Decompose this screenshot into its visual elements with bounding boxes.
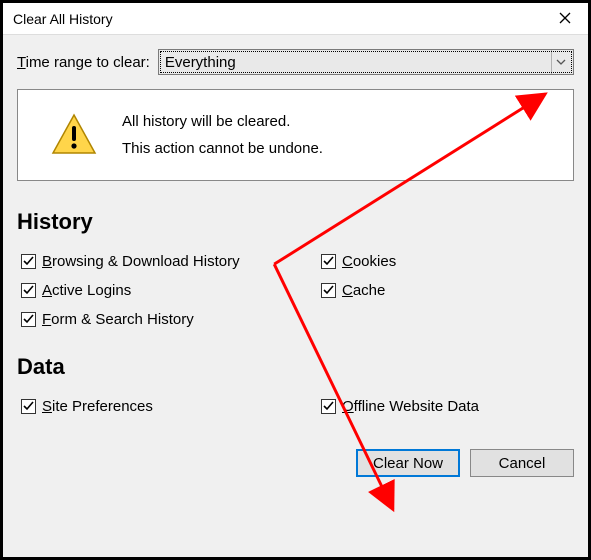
close-icon: [559, 11, 571, 27]
time-range-select[interactable]: Everything: [158, 49, 574, 75]
chevron-down-icon: [551, 50, 569, 74]
close-button[interactable]: [542, 3, 588, 34]
check-label: Site Preferences: [42, 398, 153, 415]
time-range-row: Time range to clear: Everything: [17, 49, 574, 75]
checkbox-icon: [321, 283, 336, 298]
check-cookies[interactable]: Cookies: [321, 253, 574, 270]
check-offline-website-data[interactable]: Offline Website Data: [321, 398, 574, 415]
check-label: Form & Search History: [42, 311, 194, 328]
check-active-logins[interactable]: Active Logins: [21, 282, 321, 299]
cancel-button[interactable]: Cancel: [470, 449, 574, 477]
check-label: Cache: [342, 282, 385, 299]
checkbox-icon: [321, 254, 336, 269]
check-cache[interactable]: Cache: [321, 282, 574, 299]
warning-line1: All history will be cleared.: [122, 108, 323, 135]
checkbox-icon: [321, 399, 336, 414]
history-checks: Browsing & Download History Cookies Acti…: [17, 253, 574, 328]
warning-text: All history will be cleared. This action…: [122, 108, 323, 162]
time-range-value: Everything: [165, 54, 236, 71]
data-checks: Site Preferences Offline Website Data: [17, 398, 574, 415]
check-label: Offline Website Data: [342, 398, 479, 415]
check-browsing-download-history[interactable]: Browsing & Download History: [21, 253, 321, 270]
check-label: Browsing & Download History: [42, 253, 240, 270]
window-title: Clear All History: [13, 11, 113, 27]
titlebar: Clear All History: [3, 3, 588, 35]
check-form-search-history[interactable]: Form & Search History: [21, 311, 321, 328]
data-heading: Data: [17, 354, 574, 380]
check-label: Active Logins: [42, 282, 131, 299]
warning-box: All history will be cleared. This action…: [17, 89, 574, 181]
history-heading: History: [17, 209, 574, 235]
warning-line2: This action cannot be undone.: [122, 135, 323, 162]
clear-now-button[interactable]: Clear Now: [356, 449, 460, 477]
checkbox-icon: [21, 254, 36, 269]
button-bar: Clear Now Cancel: [3, 441, 588, 491]
time-range-label: Time range to clear:: [17, 54, 150, 71]
check-site-preferences[interactable]: Site Preferences: [21, 398, 321, 415]
checkbox-icon: [21, 283, 36, 298]
check-label: Cookies: [342, 253, 396, 270]
checkbox-icon: [21, 399, 36, 414]
warning-icon: [50, 111, 98, 159]
checkbox-icon: [21, 312, 36, 327]
